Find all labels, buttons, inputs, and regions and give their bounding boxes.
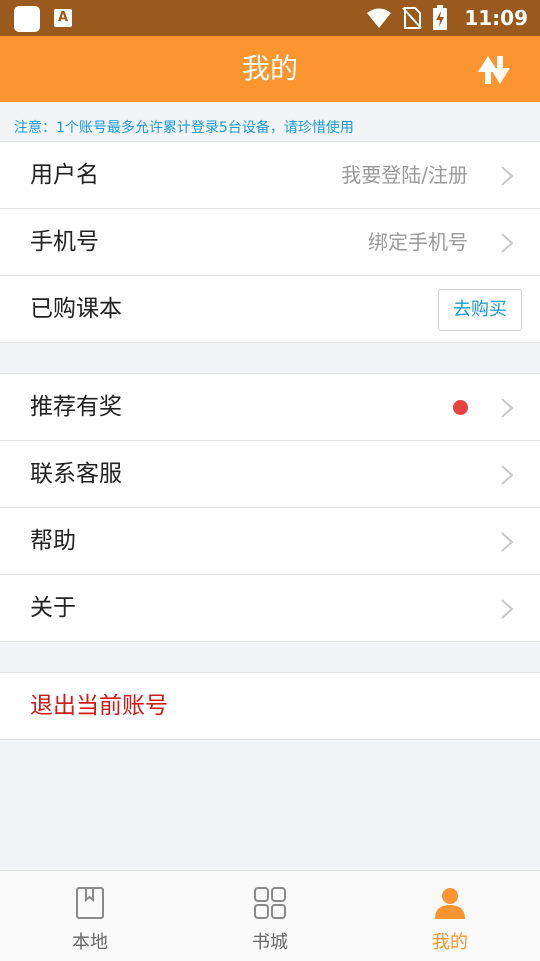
bind-phone-link[interactable]: 绑定手机号 xyxy=(368,209,468,275)
battery-charging-icon xyxy=(433,5,448,30)
chevron-right-icon xyxy=(501,532,514,552)
notification-dot xyxy=(453,400,468,415)
account-section: 用户名 我要登陆/注册 手机号 绑定手机号 已购课本 去购买 xyxy=(0,141,540,343)
username-row[interactable]: 用户名 我要登陆/注册 xyxy=(0,142,540,209)
tab-local[interactable]: 本地 xyxy=(0,871,180,961)
help-row[interactable]: 帮助 xyxy=(0,508,540,575)
bookmark-book-icon xyxy=(76,887,104,919)
logout-button[interactable]: 退出当前账号 xyxy=(0,673,540,740)
phone-label: 手机号 xyxy=(30,229,99,255)
purchased-books-row: 已购课本 去购买 xyxy=(0,276,540,343)
phone-row[interactable]: 手机号 绑定手机号 xyxy=(0,209,540,276)
person-icon xyxy=(435,888,465,919)
sync-arrows-icon[interactable] xyxy=(474,50,514,90)
chevron-right-icon xyxy=(501,166,514,186)
login-register-link[interactable]: 我要登陆/注册 xyxy=(341,142,468,208)
go-buy-button[interactable]: 去购买 xyxy=(438,289,522,331)
wifi-icon xyxy=(367,8,392,28)
a-notification-icon: A xyxy=(54,9,72,27)
clock: 11:09 xyxy=(464,6,528,30)
purchased-books-label: 已购课本 xyxy=(30,296,122,322)
bottom-tab-bar: 本地 书城 我的 xyxy=(0,870,540,961)
grid-icon xyxy=(254,887,286,919)
contact-service-label: 联系客服 xyxy=(30,461,122,487)
chevron-right-icon xyxy=(501,398,514,418)
chevron-right-icon xyxy=(501,465,514,485)
tab-mine[interactable]: 我的 xyxy=(360,871,540,961)
about-row[interactable]: 关于 xyxy=(0,575,540,642)
app-notification-icon xyxy=(14,6,40,32)
help-label: 帮助 xyxy=(30,528,76,554)
tab-mine-label: 我的 xyxy=(432,932,468,953)
tab-local-label: 本地 xyxy=(72,932,108,953)
tab-bookstore[interactable]: 书城 xyxy=(180,871,360,961)
status-icons: 11:09 xyxy=(366,0,528,36)
device-limit-notice: 注意：1个账号最多允许累计登录5台设备，请珍惜使用 xyxy=(14,120,354,136)
about-label: 关于 xyxy=(30,595,76,621)
app-header: 我的 xyxy=(0,36,540,102)
contact-service-row[interactable]: 联系客服 xyxy=(0,441,540,508)
recommend-reward-row[interactable]: 推荐有奖 xyxy=(0,374,540,441)
menu-section: 推荐有奖 联系客服 帮助 关于 xyxy=(0,373,540,642)
logout-label: 退出当前账号 xyxy=(30,693,168,719)
chevron-right-icon xyxy=(501,233,514,253)
recommend-reward-label: 推荐有奖 xyxy=(30,394,122,420)
tab-bookstore-label: 书城 xyxy=(252,932,288,953)
logout-section: 退出当前账号 xyxy=(0,672,540,740)
page-title: 我的 xyxy=(241,52,298,85)
username-label: 用户名 xyxy=(30,162,99,188)
no-sim-icon xyxy=(402,7,423,29)
chevron-right-icon xyxy=(501,599,514,619)
status-bar: A 11:09 xyxy=(0,0,540,36)
